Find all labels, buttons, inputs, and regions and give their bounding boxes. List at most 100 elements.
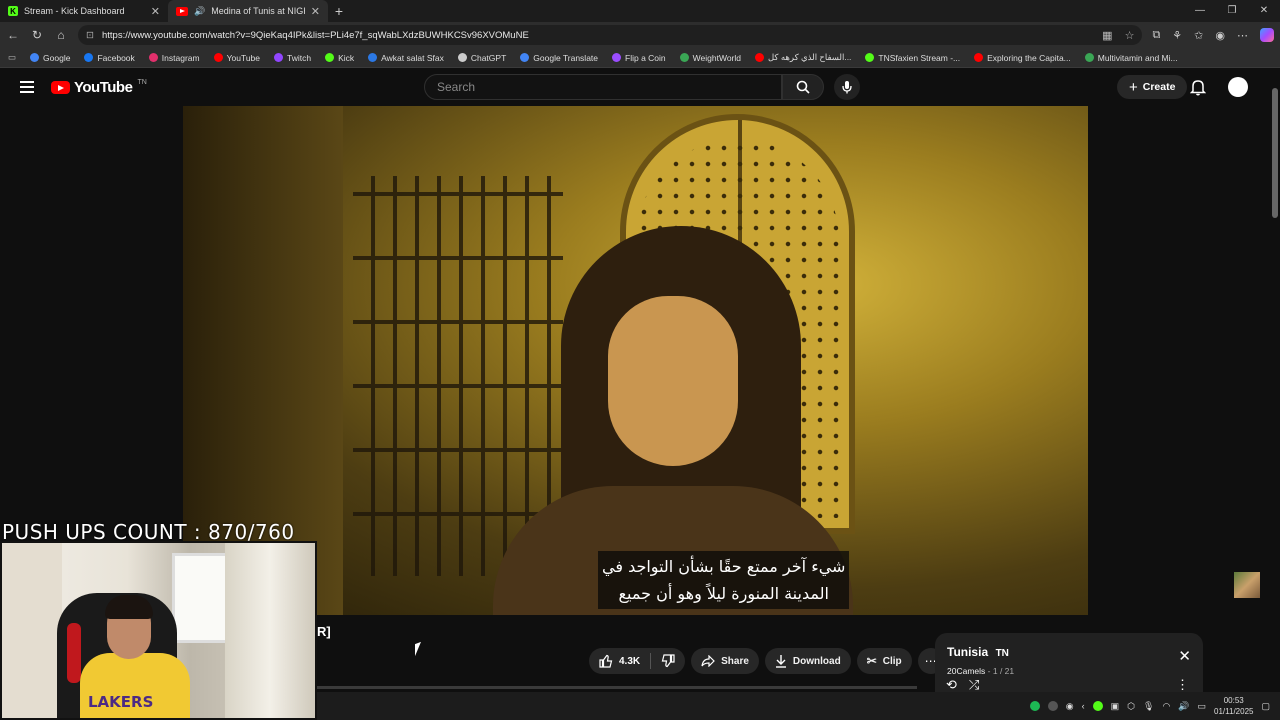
- spotify-icon[interactable]: [1029, 701, 1040, 711]
- playlist-meta: 20Camels - 1 / 21: [947, 666, 1015, 676]
- copilot-icon[interactable]: [1260, 28, 1274, 42]
- battery-icon[interactable]: ▭: [1198, 701, 1207, 712]
- subtitle-line: المدينة المنورة ليلاً وهو أن جميع: [618, 584, 829, 603]
- extension-icon[interactable]: ⧉: [1152, 29, 1160, 42]
- bookmark-item[interactable]: Google Translate: [520, 53, 598, 63]
- bookmark-favicon-icon: [148, 53, 158, 62]
- download-label: Download: [792, 655, 841, 667]
- bookmark-item[interactable]: ChatGPT: [457, 52, 507, 63]
- playlist-menu-icon[interactable]: ⋮: [1176, 677, 1189, 693]
- favorite-star-icon[interactable]: ☆: [1125, 29, 1135, 42]
- speaker-icon[interactable]: 🔊: [194, 6, 205, 17]
- bookmark-item[interactable]: YouTube: [213, 53, 260, 63]
- network-tray-icon[interactable]: ⬡: [1127, 701, 1135, 712]
- tab-close-icon[interactable]: ✕: [311, 5, 320, 18]
- bookmark-item[interactable]: Kick: [325, 53, 354, 63]
- home-icon[interactable]: ⌂: [54, 28, 68, 42]
- bookmark-label: Google: [43, 52, 71, 63]
- bookmarks-folder-icon[interactable]: ▭: [8, 52, 16, 63]
- account-avatar[interactable]: [1228, 77, 1248, 97]
- url-field[interactable]: ⊡ https://www.youtube.com/watch?v=9QieKa…: [78, 25, 1143, 45]
- download-button[interactable]: Download: [764, 648, 851, 674]
- bell-icon: [1189, 80, 1207, 96]
- bookmark-item[interactable]: Exploring the Capita...: [974, 53, 1071, 63]
- tab-kick-dashboard[interactable]: K Stream - Kick Dashboard ✕: [0, 0, 168, 22]
- bookmark-item[interactable]: Multivitamin and Mi...: [1084, 52, 1178, 63]
- minimize-button[interactable]: —: [1184, 0, 1216, 22]
- bookmark-favicon-icon: [974, 53, 984, 62]
- bookmark-label: Multivitamin and Mi...: [1097, 52, 1178, 63]
- bookmark-item[interactable]: TNSfaxien Stream -...: [865, 53, 960, 63]
- webcam-overlay: LAKERS: [0, 541, 317, 720]
- tab-youtube-video[interactable]: 🔊 Medina of Tunis at NIGHT? ... ✕: [168, 0, 328, 22]
- kick-tray-icon[interactable]: [1092, 701, 1103, 711]
- refresh-icon[interactable]: ↻: [30, 28, 44, 42]
- discord-icon[interactable]: ◉: [1066, 701, 1074, 712]
- video-player[interactable]: شيء آخر ممتع حقًا بشأن التواجد في المدين…: [183, 106, 1088, 615]
- playlist-title[interactable]: Tunisia: [947, 645, 988, 659]
- loop-icon[interactable]: ⟲: [946, 677, 957, 693]
- bookmark-label: Flip a Coin: [625, 52, 666, 63]
- volume-icon[interactable]: 🔊: [1178, 701, 1189, 712]
- back-icon[interactable]: ←: [6, 28, 20, 42]
- bookmark-item[interactable]: السفاح الذي كرهه كل...: [755, 52, 851, 63]
- clip-label: Clip: [882, 655, 902, 667]
- bookmark-item[interactable]: Instagram: [148, 53, 200, 63]
- system-tray: ◉ ‹ ▣ ⬡ 🎙 ◠ 🔊 ▭ 00:53 01/11/2025 ▢: [1029, 692, 1270, 720]
- windows-taskbar: ◉ ‹ ▣ ⬡ 🎙 ◠ 🔊 ▭ 00:53 01/11/2025 ▢: [317, 692, 1280, 720]
- create-button[interactable]: + Create: [1117, 75, 1188, 99]
- search-icon: [796, 80, 810, 94]
- playlist-channel[interactable]: 20Camels: [947, 666, 985, 676]
- bookmark-label: Exploring the Capita...: [987, 52, 1071, 63]
- bookmark-item[interactable]: Flip a Coin: [612, 53, 666, 63]
- favorites-icon[interactable]: ✩: [1194, 29, 1203, 42]
- bookmark-item[interactable]: WeightWorld: [679, 53, 741, 63]
- bookmark-item[interactable]: Twitch: [274, 53, 311, 63]
- bookmark-favicon-icon: [213, 53, 223, 62]
- search-button[interactable]: [782, 74, 824, 100]
- browser-menu-icon[interactable]: ⋯: [1237, 29, 1248, 42]
- wifi-icon[interactable]: ◠: [1162, 701, 1170, 712]
- close-window-button[interactable]: ✕: [1248, 0, 1280, 22]
- dislike-button[interactable]: [651, 654, 685, 668]
- playlist-close-button[interactable]: ✕: [1178, 647, 1191, 665]
- taskbar-clock[interactable]: 00:53 01/11/2025: [1214, 695, 1253, 717]
- bookmark-item[interactable]: Google: [30, 53, 70, 63]
- scrollbar-thumb[interactable]: [1272, 88, 1278, 218]
- app-tray-icon[interactable]: ▣: [1111, 701, 1120, 712]
- like-button[interactable]: 4.3K: [589, 654, 650, 668]
- clock-date: 01/11/2025: [1214, 707, 1254, 716]
- youtube-logo[interactable]: YouTube TN: [51, 79, 147, 96]
- channel-thumbnail[interactable]: [1234, 572, 1260, 598]
- split-screen-icon[interactable]: ⚘: [1172, 29, 1182, 42]
- new-tab-button[interactable]: +: [328, 3, 350, 19]
- tab-close-icon[interactable]: ✕: [151, 5, 160, 18]
- bookmark-item[interactable]: Facebook: [84, 53, 135, 63]
- clip-button[interactable]: ✂ Clip: [856, 648, 912, 674]
- voice-search-button[interactable]: [834, 74, 860, 100]
- notifications-button[interactable]: [1189, 78, 1207, 101]
- browser-tab-strip: K Stream - Kick Dashboard ✕ 🔊 Medina of …: [0, 0, 1280, 22]
- bookmark-item[interactable]: Awkat salat Sfax: [368, 53, 444, 63]
- webcam-streamer-hair: [105, 595, 153, 619]
- bookmark-favicon-icon: [520, 53, 530, 62]
- reader-mode-icon[interactable]: ▦: [1102, 29, 1112, 42]
- site-info-icon[interactable]: ⊡: [86, 30, 94, 41]
- chevron-icon[interactable]: ‹: [1082, 701, 1085, 711]
- address-bar-row: ← ↻ ⌂ ⊡ https://www.youtube.com/watch?v=…: [0, 22, 1280, 48]
- bookmark-favicon-icon: [679, 53, 689, 62]
- page-scrollbar[interactable]: [1270, 68, 1280, 692]
- bookmark-label: Twitch: [287, 52, 312, 63]
- microphone-tray-icon[interactable]: 🎙: [1143, 701, 1154, 712]
- menu-hamburger-icon[interactable]: [20, 81, 34, 96]
- shuffle-icon[interactable]: ⤮: [969, 677, 979, 693]
- obs-icon[interactable]: [1047, 701, 1058, 711]
- search-input[interactable]: Search: [424, 74, 782, 100]
- bookmark-label: ChatGPT: [470, 52, 507, 63]
- notifications-tray-icon[interactable]: ▢: [1261, 701, 1270, 712]
- kick-favicon-icon: K: [8, 6, 18, 16]
- restore-button[interactable]: ❐: [1216, 0, 1248, 22]
- profile-icon[interactable]: ◉: [1215, 29, 1225, 42]
- country-code: TN: [137, 79, 147, 86]
- share-button[interactable]: Share: [691, 648, 759, 674]
